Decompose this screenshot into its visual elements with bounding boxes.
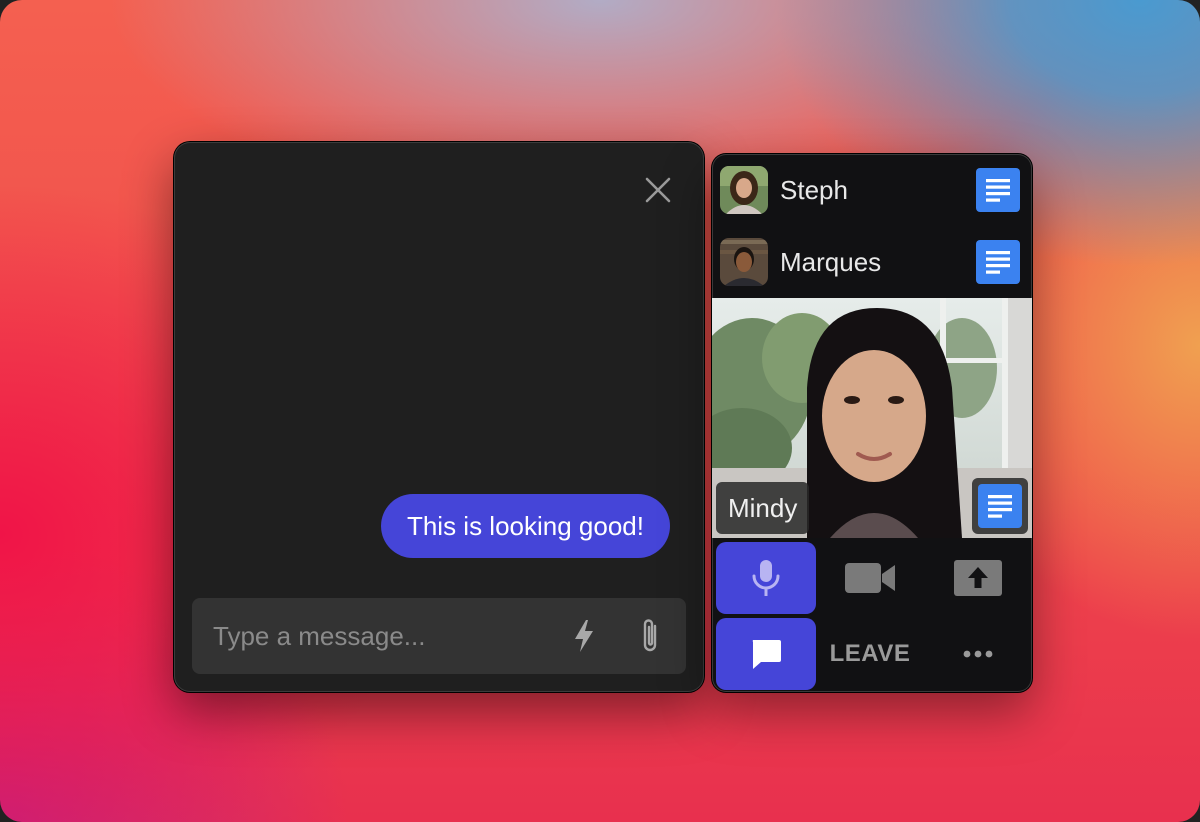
avatar <box>720 166 768 214</box>
speaker-notes-container <box>972 478 1028 534</box>
desktop-background: This is looking good! Type a message... … <box>0 0 1200 822</box>
microphone-button[interactable] <box>716 542 816 614</box>
more-icon <box>963 650 993 658</box>
notes-button[interactable] <box>976 240 1020 284</box>
message-input[interactable] <box>192 598 532 674</box>
notes-icon <box>986 251 1010 274</box>
chat-bubble-icon <box>752 640 781 669</box>
more-options-button[interactable] <box>928 618 1028 690</box>
chat-window: This is looking good! <box>174 142 704 692</box>
call-panel: Steph Marques Mindy LEAVE <box>712 154 1032 692</box>
camera-button[interactable] <box>820 542 920 614</box>
message-composer <box>192 598 686 674</box>
notes-button[interactable] <box>978 484 1022 528</box>
participant-row-steph[interactable]: Steph <box>712 154 1032 226</box>
paperclip-icon <box>643 619 657 652</box>
participant-name: Steph <box>780 175 848 205</box>
leave-label: LEAVE <box>829 640 911 667</box>
video-camera-icon <box>845 563 895 593</box>
notes-icon <box>988 495 1012 518</box>
notes-icon <box>986 179 1010 202</box>
active-speaker-video[interactable]: Mindy <box>712 298 1032 538</box>
quick-actions-button[interactable] <box>566 618 602 654</box>
notes-button[interactable] <box>976 168 1020 212</box>
share-screen-button[interactable] <box>928 542 1028 614</box>
attach-button[interactable] <box>632 618 668 654</box>
microphone-icon <box>752 560 780 596</box>
close-icon <box>645 177 671 203</box>
speaker-name-label: Mindy <box>716 482 810 534</box>
share-screen-icon <box>954 560 1002 596</box>
lightning-icon <box>575 620 593 652</box>
leave-button[interactable]: LEAVE <box>820 618 920 690</box>
participant-row-marques[interactable]: Marques <box>712 226 1032 298</box>
participant-name: Marques <box>780 247 882 277</box>
message-bubble: This is looking good! <box>380 494 670 558</box>
close-button[interactable] <box>640 172 676 208</box>
chat-button[interactable] <box>716 618 816 690</box>
avatar <box>720 238 768 286</box>
